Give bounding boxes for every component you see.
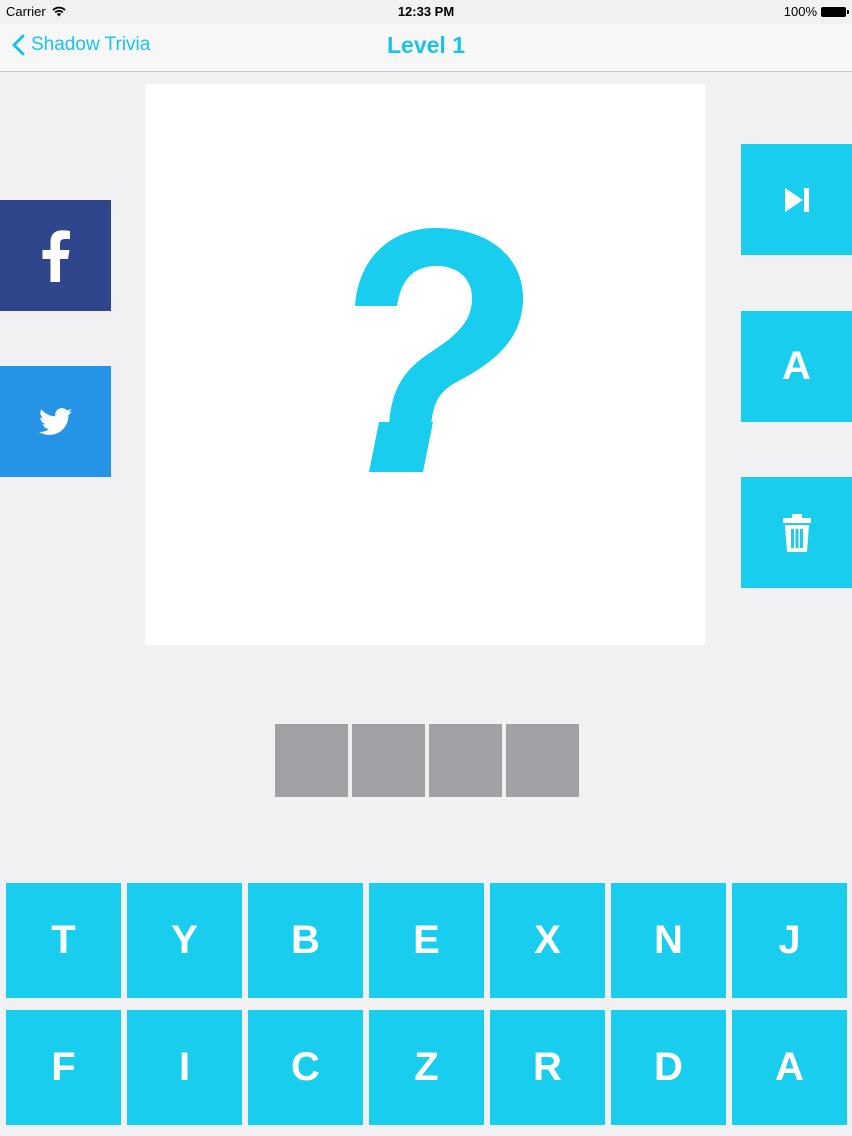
status-bar: Carrier 12:33 PM 100% <box>0 0 852 24</box>
twitter-icon <box>38 407 72 435</box>
letter-key[interactable]: T <box>6 883 121 998</box>
letter-key[interactable]: N <box>611 883 726 998</box>
facebook-share-button[interactable] <box>0 200 111 311</box>
status-time: 12:33 PM <box>397 4 455 19</box>
answer-slot[interactable] <box>429 724 502 797</box>
navigation-bar: Shadow Trivia Level 1 <box>0 24 852 72</box>
letter-key[interactable]: E <box>369 883 484 998</box>
battery-icon <box>821 6 849 17</box>
letter-key[interactable]: B <box>248 883 363 998</box>
letter-keyboard: T Y B E X N J F I C Z R D A <box>6 883 847 1125</box>
answer-slot[interactable] <box>352 724 425 797</box>
reveal-letter-label: A <box>782 344 811 388</box>
letter-key[interactable]: R <box>490 1010 605 1125</box>
shadow-image-card <box>145 84 705 645</box>
answer-slot[interactable] <box>506 724 579 797</box>
skip-forward-icon <box>784 187 809 212</box>
letter-key[interactable]: J <box>732 883 847 998</box>
trash-icon <box>782 513 811 552</box>
letter-key[interactable]: C <box>248 1010 363 1125</box>
question-mark-icon <box>355 228 523 472</box>
answer-slots <box>275 724 579 797</box>
letter-key[interactable]: Z <box>369 1010 484 1125</box>
reveal-letter-button[interactable]: A <box>741 311 852 422</box>
twitter-share-button[interactable] <box>0 366 111 477</box>
page-title: Level 1 <box>387 32 465 58</box>
letter-key[interactable]: D <box>611 1010 726 1125</box>
skip-level-button[interactable] <box>741 144 852 255</box>
letter-key[interactable]: X <box>490 883 605 998</box>
answer-slot[interactable] <box>275 724 348 797</box>
remove-letters-button[interactable] <box>741 477 852 588</box>
letter-key[interactable]: A <box>732 1010 847 1125</box>
letter-key[interactable]: I <box>127 1010 242 1125</box>
battery-percent: 100% <box>783 4 817 19</box>
facebook-icon <box>42 229 70 282</box>
letter-key[interactable]: Y <box>127 883 242 998</box>
letter-key[interactable]: F <box>6 1010 121 1125</box>
battery-indicator: 100% <box>783 4 849 19</box>
